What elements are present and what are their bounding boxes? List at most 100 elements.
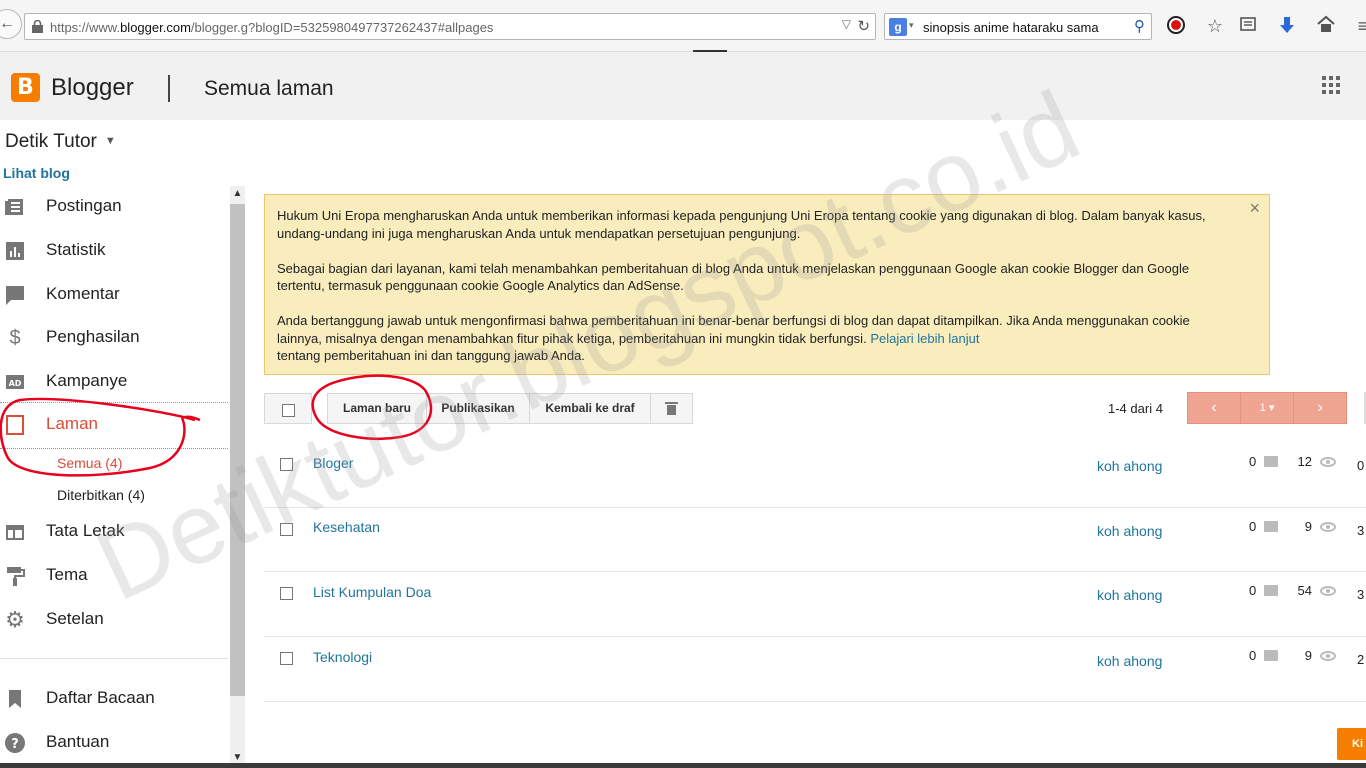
sidebar-item-bantuan[interactable]: ? Bantuan (0, 723, 228, 763)
page-title-link[interactable]: Kesehatan (313, 519, 380, 535)
search-input[interactable]: sinopsis anime hataraku sama (923, 20, 1099, 35)
sidebar-item-label: Setelan (46, 609, 104, 628)
back-button[interactable]: ← (0, 9, 22, 39)
eu-cookie-notice: Hukum Uni Eropa mengharuskan Anda untuk … (264, 194, 1270, 375)
table-row: List Kumpulan Doa koh ahong 0 54 3 (264, 572, 1366, 637)
menu-icon[interactable]: ≡ (1352, 15, 1366, 37)
gear-icon: ⚙ (5, 607, 25, 632)
sidebar-item-label: Tata Letak (46, 521, 125, 540)
comment-count: 0 (1249, 583, 1257, 598)
revert-to-draft-button[interactable]: Kembali ke draf (529, 393, 651, 424)
row-extra-count: 3 (1357, 523, 1365, 538)
app-name[interactable]: Blogger (51, 74, 134, 102)
page-title-link[interactable]: Teknologi (313, 649, 372, 665)
page-select[interactable]: 1 ▾ (1241, 393, 1294, 423)
row-checkbox[interactable] (280, 587, 293, 600)
pages-toolbar: Laman baru Publikasikan Kembali ke draf (264, 393, 693, 425)
next-page-button[interactable]: › (1294, 393, 1346, 423)
eye-icon (1320, 586, 1336, 596)
prev-page-button[interactable]: ‹ (1188, 393, 1241, 423)
page-icon (6, 415, 24, 435)
publish-button[interactable]: Publikasikan (426, 393, 530, 424)
sidebar-divider (0, 658, 228, 659)
row-checkbox[interactable] (280, 458, 293, 471)
view-blog-link[interactable]: Lihat blog (3, 165, 70, 181)
author-link[interactable]: koh ahong (1097, 587, 1162, 603)
sidebar-subitem-diterbitkan[interactable]: Diterbitkan (4) (57, 487, 145, 503)
sidebar-item-laman[interactable]: Laman (0, 405, 228, 445)
sidebar-item-label: Bantuan (46, 732, 110, 751)
blog-selector[interactable]: Detik Tutor ▼ (5, 131, 116, 153)
sidebar-item-label: Statistik (46, 240, 106, 259)
stats-icon (6, 242, 24, 260)
lock-icon (32, 20, 43, 33)
notice-paragraph-1: Hukum Uni Eropa mengharuskan Anda untuk … (277, 208, 1206, 241)
page-title-link[interactable]: Bloger (313, 455, 353, 471)
floating-action-button[interactable]: Ki (1337, 728, 1366, 760)
new-page-button[interactable]: Laman baru (327, 393, 427, 424)
sidebar-item-label: Postingan (46, 196, 122, 215)
help-icon: ? (5, 733, 25, 753)
sidebar-scrollbar[interactable]: ▲ ▼ (230, 186, 245, 768)
sidebar-item-statistik[interactable]: Statistik (0, 231, 228, 271)
delete-button[interactable] (650, 393, 693, 424)
sidebar-item-tata-letak[interactable]: Tata Letak (0, 512, 228, 552)
table-row: Bloger koh ahong 0 12 0 (264, 443, 1366, 508)
page-title-link[interactable]: List Kumpulan Doa (313, 584, 431, 600)
view-count: 12 (1297, 454, 1312, 469)
engine-dropdown-icon[interactable]: ▾ (909, 20, 914, 31)
notice-paragraph-3: Anda bertanggung jawab untuk mengonfirma… (277, 313, 1190, 363)
close-icon[interactable]: × (1249, 199, 1260, 218)
sidebar-item-setelan[interactable]: ⚙ Setelan (0, 600, 228, 640)
view-count: 54 (1297, 583, 1312, 598)
campaign-ad-icon: AD (6, 375, 24, 389)
author-link[interactable]: koh ahong (1097, 653, 1162, 669)
sidebar-item-label: Kampanye (46, 371, 128, 390)
select-all-checkbox[interactable] (264, 393, 312, 424)
author-link[interactable]: koh ahong (1097, 458, 1162, 474)
google-search-engine-icon[interactable]: g (889, 18, 907, 36)
row-extra-count: 2 (1357, 652, 1365, 667)
record-icon[interactable] (1165, 15, 1187, 37)
home-icon[interactable] (1315, 15, 1337, 37)
url-dropdown-icon[interactable]: ▽ (842, 17, 851, 31)
sidebar-item-label: Daftar Bacaan (46, 688, 155, 707)
sidebar-item-komentar[interactable]: Komentar (0, 275, 228, 315)
sidebar-item-label: Laman (46, 414, 98, 433)
row-checkbox[interactable] (280, 652, 293, 665)
sidebar-item-postingan[interactable]: Postingan (0, 187, 228, 227)
apps-grid-icon[interactable] (1322, 76, 1340, 94)
sidebar-item-label: Penghasilan (46, 327, 140, 346)
eye-icon (1320, 457, 1336, 467)
row-extra-count: 0 (1357, 458, 1365, 473)
sidebar-item-kampanye[interactable]: AD Kampanye (0, 362, 228, 402)
sidebar-subitem-semua[interactable]: Semua (4) (57, 455, 122, 471)
row-checkbox[interactable] (280, 523, 293, 536)
reload-icon[interactable]: ↻ (857, 17, 870, 35)
search-icon[interactable]: ⚲ (1134, 17, 1145, 35)
reading-list-icon[interactable] (1237, 15, 1259, 37)
table-row: Kesehatan koh ahong 0 9 3 (264, 508, 1366, 572)
search-bar[interactable]: g ▾ sinopsis anime hataraku sama ⚲ (884, 13, 1152, 40)
blogger-logo-icon[interactable]: B (11, 73, 40, 102)
notice-paragraph-2: Sebagai bagian dari layanan, kami telah … (277, 260, 1190, 294)
comment-count: 0 (1249, 454, 1257, 469)
app-header: B Blogger Semua laman (0, 52, 1366, 120)
svg-text:?: ? (11, 737, 19, 752)
sidebar-item-daftar-bacaan[interactable]: Daftar Bacaan (0, 679, 228, 719)
scroll-up-icon[interactable]: ▲ (230, 186, 245, 202)
sidebar-item-tema[interactable]: Tema (0, 556, 228, 596)
active-divider-bottom (0, 448, 228, 449)
download-icon[interactable] (1276, 15, 1298, 37)
sidebar-item-penghasilan[interactable]: $ Penghasilan (0, 318, 228, 358)
scrollbar-thumb[interactable] (230, 204, 245, 696)
bookmark-star-icon[interactable]: ☆ (1204, 15, 1226, 37)
address-bar[interactable]: https://www.blogger.com/blogger.g?blogID… (24, 13, 876, 40)
trash-icon (665, 402, 678, 404)
learn-more-link[interactable]: Pelajari lebih lanjut (870, 331, 979, 346)
page-title: Semua laman (204, 77, 334, 100)
dollar-icon: $ (9, 327, 21, 349)
screen: ← https://www.blogger.com/blogger.g?blog… (0, 0, 1366, 768)
author-link[interactable]: koh ahong (1097, 523, 1162, 539)
active-divider-top (0, 402, 228, 403)
